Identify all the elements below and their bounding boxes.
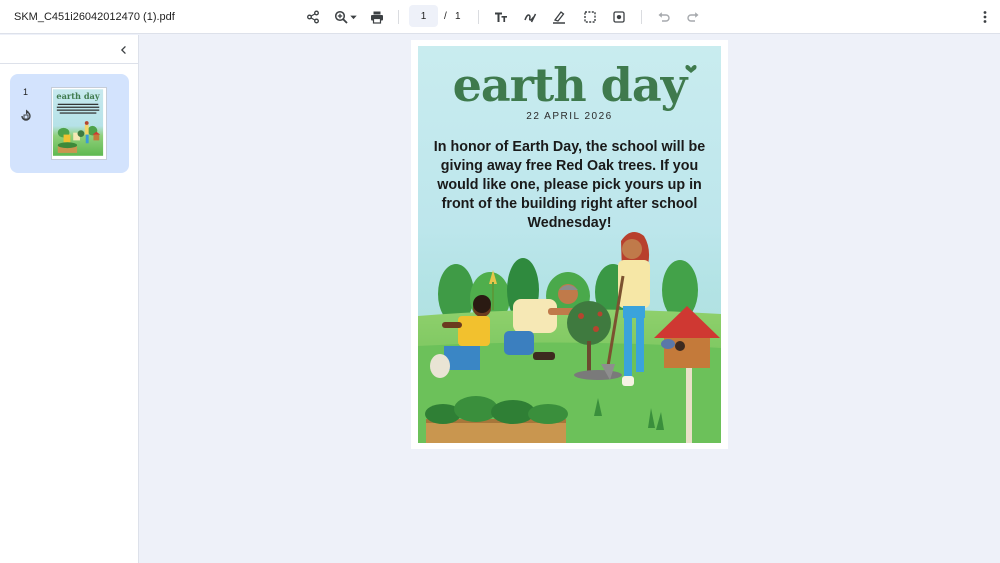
print-button[interactable] — [367, 7, 387, 27]
toolbar: SKM_C451i26042012470 (1).pdf / 1 — [0, 0, 1000, 34]
add-text-button[interactable] — [491, 7, 511, 27]
chevron-left-icon — [120, 45, 126, 55]
page-number-input[interactable] — [409, 5, 438, 27]
pdf-page: earth day 22 APRIL 2026 In honor of Eart… — [411, 40, 728, 449]
select-area-button[interactable] — [580, 7, 600, 27]
draw-button[interactable] — [520, 7, 540, 27]
share-icon — [307, 10, 319, 24]
thumbnail-preview: earth day — [52, 89, 104, 156]
thumbnail-image: earth day — [51, 87, 107, 160]
poster-date: 22 APRIL 2026 — [526, 111, 613, 122]
total-pages: 1 — [455, 11, 461, 22]
thumbnail-sidebar: 1 earth day — [0, 35, 139, 563]
pen-icon — [524, 13, 537, 23]
poster-heading: earth day — [452, 58, 688, 112]
redo-icon — [687, 12, 699, 22]
rotate-page-icon[interactable] — [19, 109, 33, 123]
undo-icon — [658, 12, 670, 22]
collapse-sidebar-button[interactable] — [116, 42, 132, 58]
redo-button[interactable] — [683, 7, 703, 27]
toolbar-divider — [398, 10, 399, 24]
file-title: SKM_C451i26042012470 (1).pdf — [14, 11, 175, 23]
zoom-menu-button[interactable] — [331, 7, 361, 27]
toolbar-divider — [478, 10, 479, 24]
thumbnail-page-number: 1 — [23, 87, 29, 97]
zoom-in-icon — [334, 10, 348, 24]
text-format-icon — [495, 12, 507, 22]
print-icon — [371, 11, 383, 24]
earth-day-poster: earth day 22 APRIL 2026 In honor of Eart… — [418, 46, 721, 443]
more-vert-icon — [983, 11, 987, 23]
toolbar-divider — [641, 10, 642, 24]
page-thumbnail[interactable]: 1 earth day — [10, 74, 129, 173]
highlighter-icon — [553, 11, 565, 24]
chevron-down-icon — [350, 15, 357, 19]
poster-body-text: In honor of Earth Day, the school will b… — [433, 139, 706, 231]
rotate-button[interactable] — [609, 7, 629, 27]
more-options-button[interactable] — [975, 7, 995, 27]
thumbnail-heading: earth day — [56, 91, 99, 101]
selection-icon — [584, 11, 596, 23]
rotate-icon — [613, 11, 625, 23]
undo-button[interactable] — [654, 7, 674, 27]
share-button[interactable] — [303, 7, 323, 27]
highlight-button[interactable] — [549, 7, 569, 27]
page-separator: / — [444, 11, 447, 22]
sidebar-header — [0, 35, 139, 64]
